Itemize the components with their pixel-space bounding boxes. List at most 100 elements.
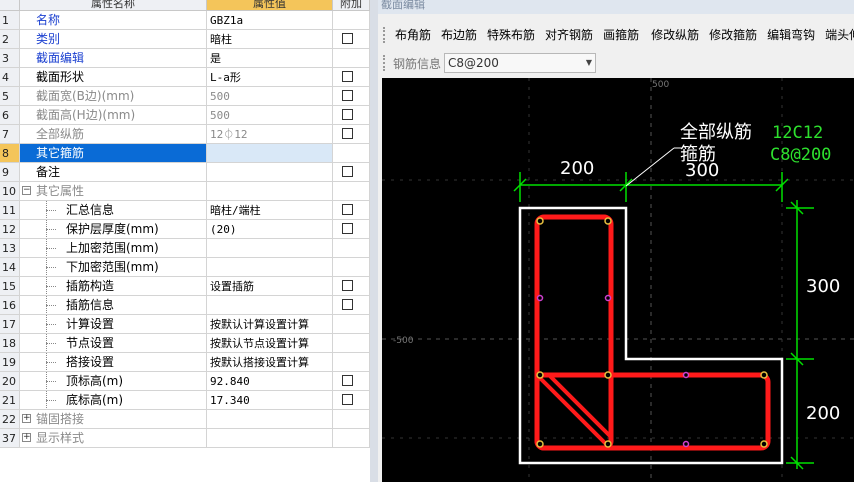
- property-value[interactable]: 暗柱: [207, 30, 333, 49]
- edge-bar[interactable]: [536, 294, 544, 302]
- property-row[interactable]: 21 底标高(m) 17.340: [0, 391, 370, 410]
- corner-bar[interactable]: [760, 371, 768, 379]
- toolbar-grip-icon[interactable]: [383, 55, 388, 71]
- property-row[interactable]: 20 顶标高(m) 92.840: [0, 372, 370, 391]
- section-canvas[interactable]: 500 -500 200 300 300 200 全部纵筋 箍筋 12C12 C…: [382, 78, 854, 482]
- property-value[interactable]: 按默认节点设置计算: [207, 334, 333, 353]
- add-checkbox[interactable]: [342, 204, 353, 215]
- row-number[interactable]: 22: [0, 410, 20, 429]
- property-value[interactable]: [207, 429, 333, 448]
- collapse-icon[interactable]: −: [22, 186, 31, 195]
- property-name-cell[interactable]: 底标高(m): [20, 391, 207, 410]
- property-row[interactable]: 13 上加密范围(mm): [0, 239, 370, 258]
- property-row[interactable]: 3 截面编辑 是: [0, 49, 370, 68]
- row-number[interactable]: 1: [0, 11, 20, 30]
- row-number[interactable]: 2: [0, 30, 20, 49]
- property-value[interactable]: [207, 239, 333, 258]
- property-value[interactable]: [207, 410, 333, 429]
- property-name-cell[interactable]: 插筋构造: [20, 277, 207, 296]
- toolbar-grip-icon[interactable]: [383, 27, 385, 43]
- property-value[interactable]: (20): [207, 220, 333, 239]
- property-value[interactable]: [207, 182, 333, 201]
- property-row[interactable]: 19 搭接设置 按默认搭接设置计算: [0, 353, 370, 372]
- property-row[interactable]: 10− 其它属性: [0, 182, 370, 201]
- corner-bar[interactable]: [760, 440, 768, 448]
- property-row[interactable]: 9 备注: [0, 163, 370, 182]
- property-value[interactable]: 12⏀12: [207, 125, 333, 144]
- end-extension-button[interactable]: 端头伸: [820, 24, 854, 46]
- property-row[interactable]: 1 名称 GBZ1a: [0, 11, 370, 30]
- row-number[interactable]: 13: [0, 239, 20, 258]
- add-checkbox[interactable]: [342, 109, 353, 120]
- corner-bar[interactable]: [536, 371, 544, 379]
- place-edge-bar-button[interactable]: 布边筋: [436, 24, 482, 46]
- property-name-cell[interactable]: 节点设置: [20, 334, 207, 353]
- property-row[interactable]: 12 保护层厚度(mm) (20): [0, 220, 370, 239]
- corner-bar[interactable]: [604, 371, 612, 379]
- align-bar-button[interactable]: 对齐钢筋: [540, 24, 598, 46]
- modify-stirrup-button[interactable]: 修改箍筋: [704, 24, 762, 46]
- edge-bar[interactable]: [682, 371, 690, 379]
- draw-stirrup-button[interactable]: 画箍筋: [598, 24, 644, 46]
- property-name-cell[interactable]: 截面编辑: [20, 49, 207, 68]
- property-name-cell[interactable]: 计算设置: [20, 315, 207, 334]
- property-row[interactable]: 15 插筋构造 设置插筋: [0, 277, 370, 296]
- row-number[interactable]: 10: [0, 182, 20, 201]
- property-value[interactable]: 17.340: [207, 391, 333, 410]
- property-row[interactable]: 22 + 锚固搭接: [0, 410, 370, 429]
- row-number[interactable]: 20: [0, 372, 20, 391]
- expand-icon[interactable]: +: [22, 433, 31, 442]
- row-number[interactable]: 6: [0, 106, 20, 125]
- add-checkbox[interactable]: [342, 375, 353, 386]
- property-value[interactable]: 暗柱/端柱: [207, 201, 333, 220]
- section-outline[interactable]: [518, 206, 784, 465]
- edge-bar[interactable]: [682, 440, 690, 448]
- row-number[interactable]: 14: [0, 258, 20, 277]
- property-value[interactable]: 92.840: [207, 372, 333, 391]
- grid-header-value[interactable]: 属性值: [207, 0, 333, 11]
- row-number[interactable]: 11: [0, 201, 20, 220]
- row-number[interactable]: 7: [0, 125, 20, 144]
- property-value[interactable]: [207, 163, 333, 182]
- property-name-cell[interactable]: 插筋信息: [20, 296, 207, 315]
- property-row[interactable]: 11 汇总信息 暗柱/端柱: [0, 201, 370, 220]
- property-name-cell[interactable]: 汇总信息: [20, 201, 207, 220]
- property-name-cell[interactable]: + 锚固搭接: [20, 410, 207, 429]
- add-checkbox[interactable]: [342, 223, 353, 234]
- edge-bar[interactable]: [604, 294, 612, 302]
- row-number[interactable]: 37: [0, 429, 20, 448]
- add-checkbox[interactable]: [342, 299, 353, 310]
- property-row[interactable]: 7 全部纵筋 12⏀12: [0, 125, 370, 144]
- special-bar-button[interactable]: 特殊布筋: [482, 24, 540, 46]
- row-number[interactable]: 16: [0, 296, 20, 315]
- property-value[interactable]: 设置插筋: [207, 277, 333, 296]
- panel-splitter[interactable]: [370, 0, 378, 482]
- add-checkbox[interactable]: [342, 128, 353, 139]
- row-number[interactable]: 8: [0, 144, 20, 163]
- property-row[interactable]: 4 截面形状 L-a形: [0, 68, 370, 87]
- property-value[interactable]: 500: [207, 106, 333, 125]
- row-number[interactable]: 21: [0, 391, 20, 410]
- row-number[interactable]: 4: [0, 68, 20, 87]
- property-name-cell[interactable]: 顶标高(m): [20, 372, 207, 391]
- property-name-cell[interactable]: 截面宽(B边)(mm): [20, 87, 207, 106]
- property-name-cell[interactable]: 上加密范围(mm): [20, 239, 207, 258]
- property-row[interactable]: 16 插筋信息: [0, 296, 370, 315]
- property-name-cell[interactable]: 保护层厚度(mm): [20, 220, 207, 239]
- row-number[interactable]: 17: [0, 315, 20, 334]
- corner-bar[interactable]: [604, 440, 612, 448]
- edit-hook-button[interactable]: 编辑弯钩: [762, 24, 820, 46]
- property-name-cell[interactable]: 全部纵筋: [20, 125, 207, 144]
- property-value[interactable]: 按默认搭接设置计算: [207, 353, 333, 372]
- property-value[interactable]: 是: [207, 49, 333, 68]
- row-number[interactable]: 15: [0, 277, 20, 296]
- property-row[interactable]: 2 类别 暗柱: [0, 30, 370, 49]
- row-number[interactable]: 9: [0, 163, 20, 182]
- expand-icon[interactable]: +: [22, 414, 31, 423]
- property-name-cell[interactable]: 搭接设置: [20, 353, 207, 372]
- property-value[interactable]: 500: [207, 87, 333, 106]
- property-row[interactable]: 8 其它箍筋: [0, 144, 370, 163]
- chevron-down-icon[interactable]: ▼: [586, 58, 592, 67]
- property-value[interactable]: GBZ1a: [207, 11, 333, 30]
- property-row[interactable]: 18 节点设置 按默认节点设置计算: [0, 334, 370, 353]
